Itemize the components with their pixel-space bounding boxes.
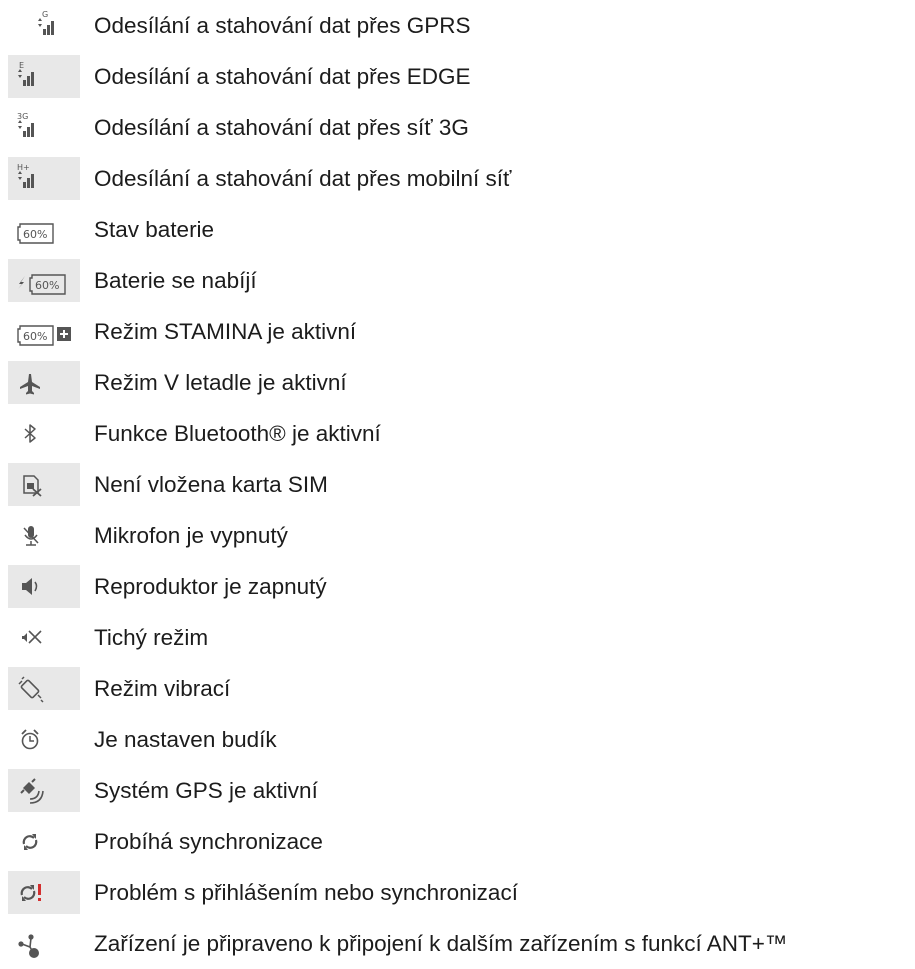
list-item: Systém GPS je aktivní	[0, 765, 915, 816]
list-item: H+ Odesílání a stahování dat přes mobiln…	[0, 153, 915, 204]
signal-edge-icon: E	[8, 55, 80, 98]
no-sim-card-icon	[8, 463, 80, 506]
list-item: Probíhá synchronizace	[0, 816, 915, 867]
list-item: Funkce Bluetooth® je aktivní	[0, 408, 915, 459]
item-label: Baterie se nabíjí	[94, 268, 257, 293]
item-label: Odesílání a stahování dat přes síť 3G	[94, 115, 469, 140]
item-label: Tichý režim	[94, 625, 209, 650]
vibrate-mode-icon	[8, 667, 80, 710]
ant-plus-icon	[8, 922, 80, 965]
item-label: Systém GPS je aktivní	[94, 778, 318, 803]
list-item: G Odesílání a stahování dat přes GPRS	[0, 0, 915, 51]
list-item: Tichý režim	[0, 612, 915, 663]
bluetooth-icon	[8, 412, 80, 455]
item-label: Zařízení je připraveno k připojení k dal…	[94, 931, 788, 956]
item-label: Odesílání a stahování dat přes mobilní s…	[94, 166, 512, 191]
list-item: Mikrofon je vypnutý	[0, 510, 915, 561]
list-item: Problém s přihlášením nebo synchronizací	[0, 867, 915, 918]
list-item: 60% Stav baterie	[0, 204, 915, 255]
item-label: Režim vibrací	[94, 676, 231, 701]
list-item: E Odesílání a stahování dat přes EDGE	[0, 51, 915, 102]
list-item: 60% Režim STAMINA je aktivní	[0, 306, 915, 357]
list-item: 3G Odesílání a stahování dat přes síť 3G	[0, 102, 915, 153]
gps-active-icon	[8, 769, 80, 812]
list-item: Je nastaven budík	[0, 714, 915, 765]
item-label: Je nastaven budík	[94, 727, 277, 752]
signal-gprs-icon: G	[8, 4, 80, 47]
svg-text:60%: 60%	[23, 228, 47, 241]
item-label: Probíhá synchronizace	[94, 829, 323, 854]
list-item: 60% Baterie se nabíjí	[0, 255, 915, 306]
speaker-on-icon	[8, 565, 80, 608]
airplane-mode-icon	[8, 361, 80, 404]
item-label: Odesílání a stahování dat přes EDGE	[94, 64, 471, 89]
list-item: Reproduktor je zapnutý	[0, 561, 915, 612]
battery-stamina-icon: 60%	[8, 310, 80, 353]
item-label: Režim V letadle je aktivní	[94, 370, 347, 395]
item-label: Není vložena karta SIM	[94, 472, 328, 497]
item-label: Režim STAMINA je aktivní	[94, 319, 357, 344]
item-label: Problém s přihlášením nebo synchronizací	[94, 880, 518, 905]
list-item: Režim V letadle je aktivní	[0, 357, 915, 408]
list-item: Zařízení je připraveno k připojení k dal…	[0, 918, 915, 969]
signal-hplus-icon: H+	[8, 157, 80, 200]
battery-status-icon: 60%	[8, 208, 80, 251]
item-label: Reproduktor je zapnutý	[94, 574, 327, 599]
signal-3g-icon: 3G	[8, 106, 80, 149]
svg-text:G: G	[42, 10, 48, 19]
battery-charging-icon: 60%	[8, 259, 80, 302]
svg-text:60%: 60%	[35, 279, 59, 292]
list-item: Režim vibrací	[0, 663, 915, 714]
item-label: Odesílání a stahování dat přes GPRS	[94, 13, 471, 38]
alarm-clock-icon	[8, 718, 80, 761]
svg-text:E: E	[19, 61, 24, 70]
item-label: Mikrofon je vypnutý	[94, 523, 288, 548]
sync-problem-icon	[8, 871, 80, 914]
silent-mode-icon	[8, 616, 80, 659]
list-item: Není vložena karta SIM	[0, 459, 915, 510]
item-label: Funkce Bluetooth® je aktivní	[94, 421, 381, 446]
svg-text:3G: 3G	[17, 112, 28, 121]
svg-text:H+: H+	[17, 163, 30, 172]
item-label: Stav baterie	[94, 217, 215, 242]
microphone-muted-icon	[8, 514, 80, 557]
sync-icon	[8, 820, 80, 863]
svg-text:60%: 60%	[23, 330, 47, 343]
